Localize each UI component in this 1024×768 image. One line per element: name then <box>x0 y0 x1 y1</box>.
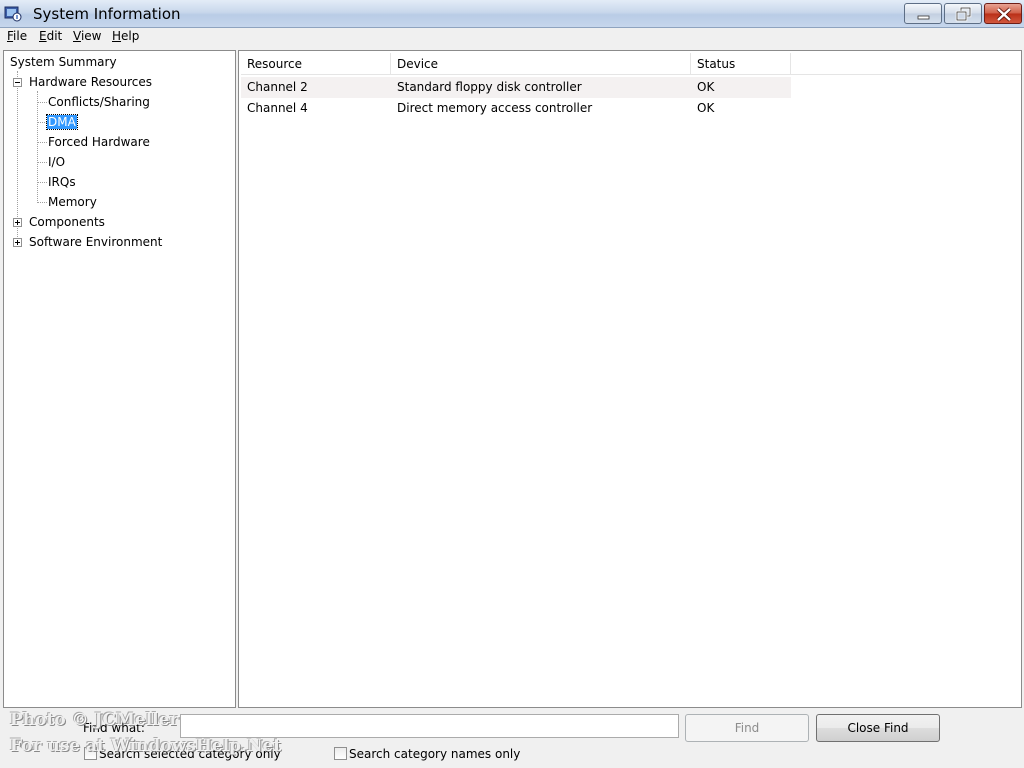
tree-connector <box>38 122 47 123</box>
column-header-status[interactable]: Status <box>691 53 791 75</box>
category-tree[interactable]: System Summary Hardware Resources Confli… <box>3 50 236 708</box>
tree-item-label: Forced Hardware <box>48 135 150 149</box>
tree-connector <box>38 182 47 183</box>
expand-icon[interactable] <box>13 238 22 247</box>
tree-item-label: System Summary <box>10 55 117 69</box>
search-category-names-checkbox[interactable] <box>334 747 347 760</box>
cell-device: Direct memory access controller <box>397 101 593 115</box>
tree-item-label: DMA <box>46 114 78 130</box>
tree-item-label: Software Environment <box>29 235 163 249</box>
close-icon <box>996 7 1012 22</box>
tree-item-label: Memory <box>48 195 97 209</box>
table-row[interactable]: Channel 2 Standard floppy disk controlle… <box>241 77 791 98</box>
window-title: System Information <box>33 5 181 23</box>
watermark-line-1: Photo © JCMeller <box>10 710 179 730</box>
collapse-icon[interactable] <box>13 78 22 87</box>
tree-connector <box>38 102 47 103</box>
cell-resource: Channel 2 <box>247 80 308 94</box>
cell-resource: Channel 4 <box>247 101 308 115</box>
search-category-names-label: Search category names only <box>349 747 521 761</box>
close-button[interactable] <box>984 3 1022 24</box>
tree-item-irqs[interactable]: IRQs <box>48 174 76 190</box>
tree-connector <box>38 162 47 163</box>
restore-button[interactable] <box>944 3 982 24</box>
menu-help[interactable]: Help <box>112 29 139 43</box>
minimize-icon <box>917 15 930 20</box>
list-header: Resource Device Status <box>241 53 1021 75</box>
tree-item-label: IRQs <box>48 175 76 189</box>
tree-item-conflicts-sharing[interactable]: Conflicts/Sharing <box>48 94 150 110</box>
column-header-resource[interactable]: Resource <box>241 53 391 75</box>
tree-connector <box>38 202 47 203</box>
tree-item-system-summary[interactable]: System Summary <box>10 54 117 70</box>
menu-edit[interactable]: Edit <box>39 29 62 43</box>
tree-item-io[interactable]: I/O <box>48 154 65 170</box>
system-information-app-icon <box>4 6 22 22</box>
minimize-button[interactable] <box>904 3 942 24</box>
menu-view[interactable]: View <box>73 29 101 43</box>
tree-item-components[interactable]: Components <box>29 214 105 230</box>
tree-item-label: Conflicts/Sharing <box>48 95 150 109</box>
tree-item-forced-hardware[interactable]: Forced Hardware <box>48 134 150 150</box>
cell-status: OK <box>697 80 715 94</box>
tree-item-hardware-resources[interactable]: Hardware Resources <box>29 74 152 90</box>
find-button[interactable]: Find <box>685 714 809 742</box>
details-list[interactable]: Resource Device Status Channel 2 Standar… <box>238 50 1022 708</box>
tree-item-label: I/O <box>48 155 66 169</box>
title-bar[interactable]: System Information <box>0 0 1024 28</box>
column-header-device[interactable]: Device <box>391 53 691 75</box>
tree-item-software-environment[interactable]: Software Environment <box>29 234 162 250</box>
menu-bar: File Edit View Help <box>0 28 1024 46</box>
watermark-line-2: For use at WindowsHelp.Net <box>10 736 282 756</box>
tree-item-label: Hardware Resources <box>29 75 153 89</box>
tree-item-label: Components <box>29 215 105 229</box>
cell-status: OK <box>697 101 715 115</box>
cell-device: Standard floppy disk controller <box>397 80 582 94</box>
tree-item-dma[interactable]: DMA <box>46 114 78 130</box>
expand-icon[interactable] <box>13 218 22 227</box>
tree-connector <box>38 142 47 143</box>
find-what-input[interactable] <box>180 714 679 738</box>
restore-icon <box>955 6 972 22</box>
tree-connector <box>37 91 38 203</box>
menu-file[interactable]: File <box>7 29 27 43</box>
tree-item-memory[interactable]: Memory <box>48 194 97 210</box>
close-find-button[interactable]: Close Find <box>816 714 940 742</box>
table-row[interactable]: Channel 4 Direct memory access controlle… <box>241 98 791 119</box>
